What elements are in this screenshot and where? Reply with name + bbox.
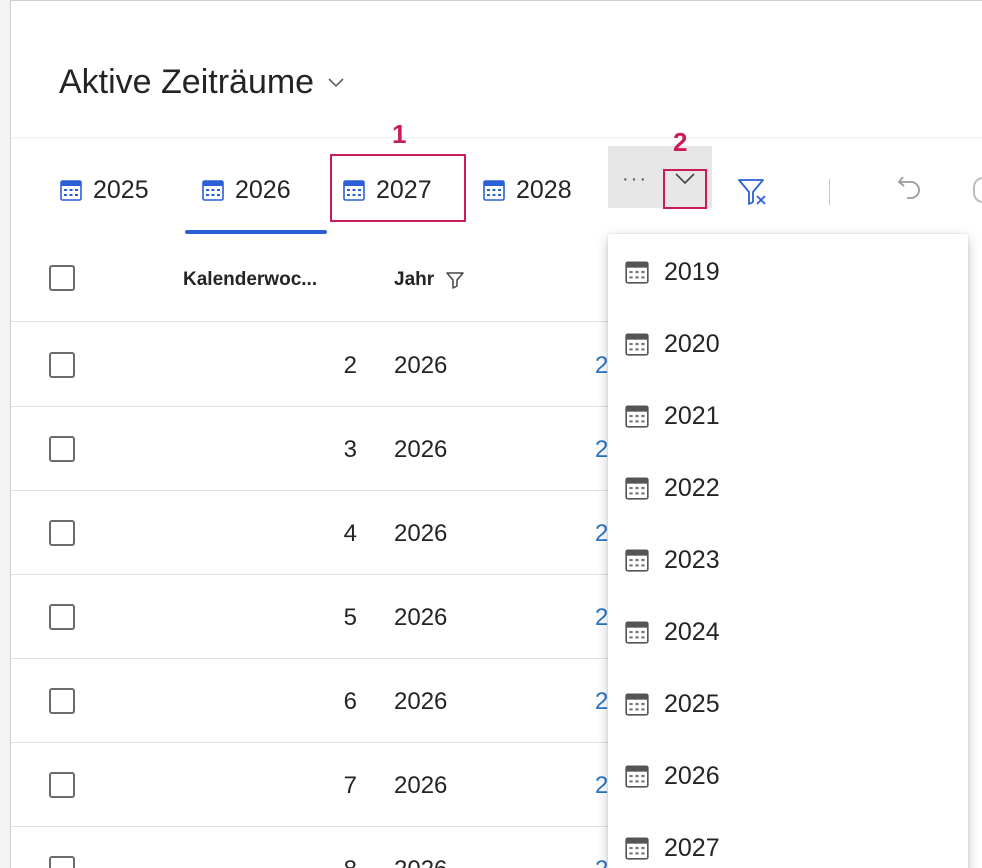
tab-label: 2028 <box>516 175 572 204</box>
menu-item-2027[interactable]: 2027 <box>608 812 968 868</box>
cell-week: 3 <box>343 436 357 463</box>
calendar-icon <box>625 765 649 788</box>
cell-year: 2026 <box>394 352 448 379</box>
views-panel: Aktive Zeiträume 2025 2026 2027 2028 1 ·… <box>10 0 982 868</box>
calendar-icon <box>625 837 649 860</box>
annotation-number-2: 2 <box>673 127 688 157</box>
chevron-down-icon <box>328 77 344 87</box>
calendar-icon <box>625 333 649 356</box>
table-row[interactable]: 5 2026 2 <box>11 574 611 659</box>
annotation-number-1: 1 <box>392 119 407 149</box>
table-row[interactable]: 7 2026 2 <box>11 742 611 827</box>
cell-week: 6 <box>343 688 357 715</box>
column-header-week[interactable]: Kalenderwoc... <box>183 269 317 291</box>
cell-week: 5 <box>343 604 357 631</box>
cell-week: 2 <box>343 352 357 379</box>
table-row[interactable]: 6 2026 2 <box>11 658 611 743</box>
cell-link[interactable]: 2 <box>595 436 608 464</box>
cell-link[interactable]: 2 <box>595 352 608 380</box>
menu-item-label: 2026 <box>664 761 720 790</box>
cell-year: 2026 <box>394 436 448 463</box>
undo-icon[interactable] <box>897 173 925 207</box>
menu-item-label: 2019 <box>664 257 720 286</box>
menu-item-label: 2022 <box>664 473 720 502</box>
table-row[interactable]: 8 2026 2 <box>11 826 611 868</box>
row-checkbox[interactable] <box>49 856 75 868</box>
row-checkbox[interactable] <box>49 772 75 798</box>
calendar-icon <box>483 180 505 201</box>
cell-year: 2026 <box>394 520 448 547</box>
header-divider <box>11 137 982 139</box>
cell-year: 2026 <box>394 604 448 631</box>
cell-link[interactable]: 2 <box>595 604 608 632</box>
row-checkbox[interactable] <box>49 436 75 462</box>
page-title: Aktive Zeiträume <box>59 63 315 101</box>
menu-item-2022[interactable]: 2022 <box>608 452 968 524</box>
row-checkbox[interactable] <box>49 520 75 546</box>
partial-toolbar-icon[interactable] <box>973 177 982 203</box>
row-checkbox[interactable] <box>49 604 75 630</box>
cell-link[interactable]: 2 <box>595 772 608 800</box>
menu-item-2026[interactable]: 2026 <box>608 740 968 812</box>
select-all-checkbox[interactable] <box>49 265 75 291</box>
tab-2026[interactable]: 2026 <box>201 167 291 213</box>
calendar-icon <box>625 405 649 428</box>
cell-year: 2026 <box>394 856 447 868</box>
column-header-year-label: Jahr <box>394 269 435 290</box>
toolbar-divider <box>829 179 830 205</box>
row-checkbox[interactable] <box>49 688 75 714</box>
annotation-box-2 <box>663 169 707 209</box>
menu-item-2021[interactable]: 2021 <box>608 380 968 452</box>
calendar-icon <box>625 621 649 644</box>
cell-link[interactable]: 2 <box>595 856 608 868</box>
menu-item-label: 2025 <box>664 689 720 718</box>
menu-item-2024[interactable]: 2024 <box>608 596 968 668</box>
calendar-icon <box>60 180 82 201</box>
calendar-icon <box>625 549 649 572</box>
cell-week: 4 <box>343 520 357 547</box>
cell-year: 2026 <box>394 772 448 799</box>
clear-filter-icon[interactable] <box>737 177 769 207</box>
menu-item-label: 2021 <box>664 401 720 430</box>
tab-bar: 2025 2026 2027 2028 <box>11 151 982 235</box>
tab-2028[interactable]: 2028 <box>482 167 572 213</box>
row-checkbox[interactable] <box>49 352 75 378</box>
calendar-icon <box>625 477 649 500</box>
view-selector[interactable]: Aktive Zeiträume <box>59 63 344 102</box>
filter-icon <box>446 272 464 289</box>
tabs-overflow-menu: 2019 2020 2021 2022 2023 2024 2025 2026 2027 <box>608 234 968 868</box>
tab-label: 2026 <box>235 175 291 204</box>
menu-item-label: 2020 <box>664 329 720 358</box>
table-row[interactable]: 2 2026 2 <box>11 322 611 407</box>
menu-item-label: 2024 <box>664 617 720 646</box>
tab-2025[interactable]: 2025 <box>59 167 149 213</box>
menu-item-2020[interactable]: 2020 <box>608 308 968 380</box>
table-row[interactable]: 4 2026 2 <box>11 490 611 575</box>
active-tab-indicator <box>185 230 327 234</box>
calendar-icon <box>202 180 224 201</box>
cell-link[interactable]: 2 <box>595 520 608 548</box>
menu-item-2019[interactable]: 2019 <box>608 236 968 308</box>
menu-item-2025[interactable]: 2025 <box>608 668 968 740</box>
column-header-year[interactable]: Jahr <box>394 269 464 291</box>
menu-item-label: 2027 <box>664 833 720 862</box>
more-dots: ··· <box>622 168 648 190</box>
menu-item-label: 2023 <box>664 545 720 574</box>
annotation-box-1 <box>330 154 466 222</box>
menu-item-2023[interactable]: 2023 <box>608 524 968 596</box>
calendar-icon <box>625 261 649 284</box>
cell-year: 2026 <box>394 688 448 715</box>
grid-header: Kalenderwoc... Jahr <box>11 235 611 322</box>
cell-week: 7 <box>343 772 357 799</box>
calendar-icon <box>625 693 649 716</box>
table-row[interactable]: 3 2026 2 <box>11 406 611 491</box>
tab-label: 2025 <box>93 175 149 204</box>
cell-link[interactable]: 2 <box>595 688 608 716</box>
cell-week: 8 <box>297 856 357 868</box>
